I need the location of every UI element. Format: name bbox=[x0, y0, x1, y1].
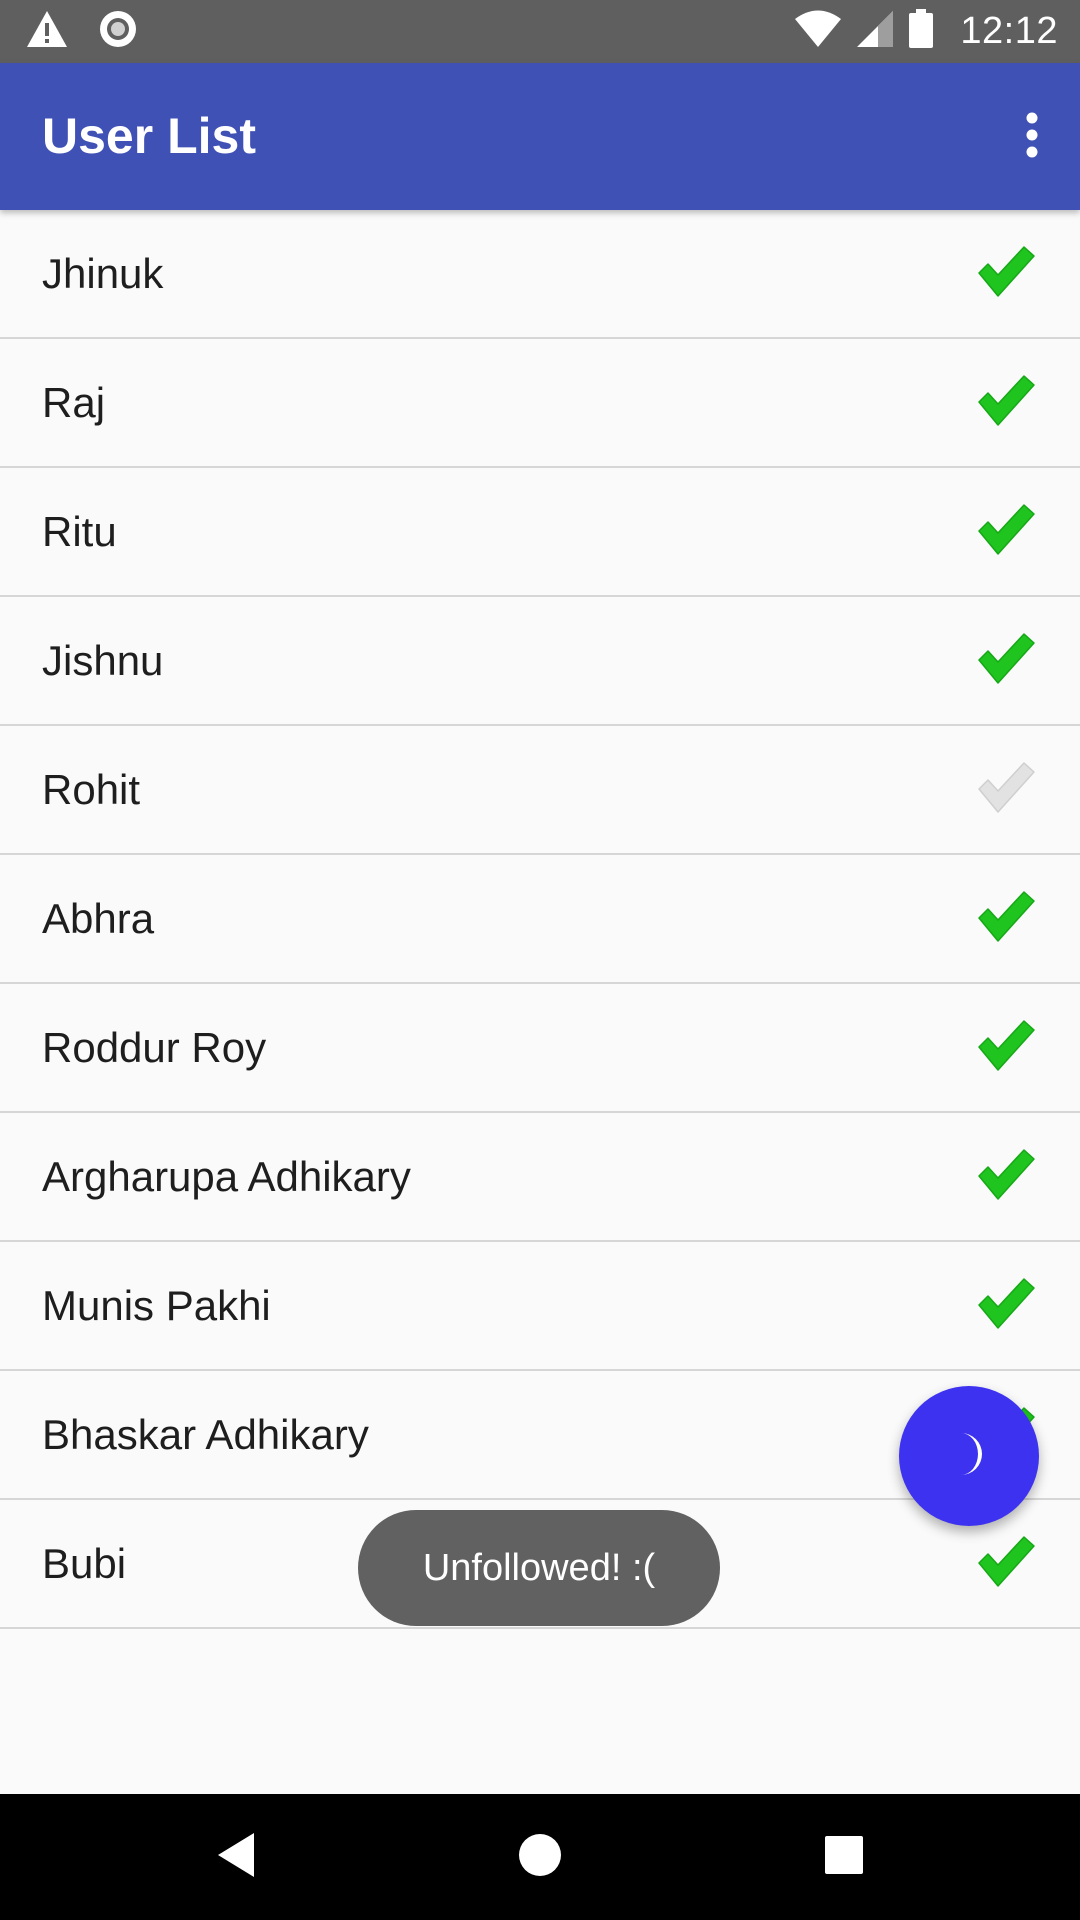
check-icon[interactable] bbox=[976, 242, 1036, 302]
app-bar: User List bbox=[0, 63, 1080, 210]
recents-button[interactable] bbox=[809, 1822, 879, 1892]
list-item[interactable]: Raj bbox=[0, 339, 1080, 468]
battery-icon bbox=[908, 9, 934, 54]
list-item[interactable]: Ritu bbox=[0, 468, 1080, 597]
list-item[interactable]: Jhinuk bbox=[0, 210, 1080, 339]
status-right: 12:12 bbox=[794, 8, 1058, 55]
check-icon[interactable] bbox=[976, 1532, 1036, 1592]
check-icon[interactable] bbox=[976, 1145, 1036, 1205]
status-time: 12:12 bbox=[960, 10, 1058, 52]
user-name: Roddur Roy bbox=[42, 1024, 267, 1071]
wifi-icon bbox=[794, 10, 842, 53]
screen: 12:12 User List Jhinuk Raj Ritu Jishnu Rohit… bbox=[0, 0, 1080, 1920]
user-name: Munis Pakhi bbox=[42, 1282, 271, 1329]
check-icon[interactable] bbox=[976, 371, 1036, 431]
back-button[interactable] bbox=[201, 1822, 271, 1892]
user-name: Rohit bbox=[42, 766, 141, 813]
list-item[interactable]: Abhra bbox=[0, 855, 1080, 984]
nav-bar bbox=[0, 1794, 1080, 1920]
page-title: User List bbox=[42, 108, 256, 164]
back-icon bbox=[216, 1832, 256, 1883]
user-name: Jhinuk bbox=[42, 250, 164, 297]
list-item[interactable]: Jishnu bbox=[0, 597, 1080, 726]
check-icon[interactable] bbox=[976, 887, 1036, 947]
home-icon bbox=[518, 1833, 562, 1882]
status-bar: 12:12 bbox=[0, 0, 1080, 63]
check-icon[interactable] bbox=[976, 500, 1036, 560]
home-button[interactable] bbox=[505, 1822, 575, 1892]
user-name: Bhaskar Adhikary bbox=[42, 1411, 369, 1458]
overflow-menu-button[interactable] bbox=[1002, 101, 1062, 173]
check-icon[interactable] bbox=[976, 629, 1036, 689]
list-item[interactable]: Argharupa Adhikary bbox=[0, 1113, 1080, 1242]
toast-message: Unfollowed! :( bbox=[358, 1510, 720, 1626]
check-icon[interactable] bbox=[976, 1274, 1036, 1334]
more-vert-icon bbox=[1024, 112, 1040, 163]
user-name: Ritu bbox=[42, 508, 117, 555]
user-name: Raj bbox=[42, 379, 106, 426]
list-item[interactable]: Roddur Roy bbox=[0, 984, 1080, 1113]
status-left bbox=[26, 10, 138, 53]
theme-toggle-fab[interactable] bbox=[899, 1386, 1039, 1526]
record-icon bbox=[98, 9, 138, 54]
check-icon[interactable] bbox=[976, 1016, 1036, 1076]
signal-icon bbox=[856, 10, 894, 53]
user-name: Abhra bbox=[42, 895, 155, 942]
user-name: Argharupa Adhikary bbox=[42, 1153, 411, 1200]
warning-icon bbox=[26, 10, 68, 53]
check-icon[interactable] bbox=[976, 758, 1036, 818]
recents-icon bbox=[824, 1835, 864, 1880]
list-item[interactable]: Rohit bbox=[0, 726, 1080, 855]
list-item[interactable]: Munis Pakhi bbox=[0, 1242, 1080, 1371]
user-name: Bubi bbox=[42, 1540, 127, 1587]
moon-icon bbox=[947, 1430, 991, 1483]
user-name: Jishnu bbox=[42, 637, 164, 684]
